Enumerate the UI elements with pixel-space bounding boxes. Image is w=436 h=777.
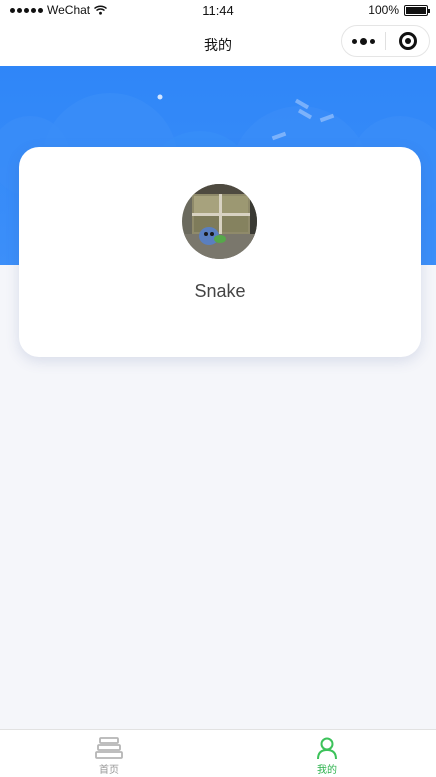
more-dots-icon bbox=[352, 38, 357, 44]
tab-home[interactable]: 首页 bbox=[0, 730, 218, 777]
status-bar: WeChat 11:44 100% bbox=[0, 0, 436, 22]
profile-card: Snake bbox=[19, 147, 421, 357]
username: Snake bbox=[194, 281, 246, 301]
battery-icon bbox=[404, 4, 430, 16]
tab-home-label: 首页 bbox=[99, 765, 119, 776]
home-books-icon bbox=[95, 737, 123, 759]
tab-bar: 首页 我的 bbox=[0, 729, 436, 777]
user-icon bbox=[317, 737, 337, 760]
battery-percent: 100% bbox=[368, 3, 399, 17]
target-icon bbox=[398, 32, 417, 50]
battery-status: 100% bbox=[368, 3, 430, 17]
close-miniprogram-button[interactable] bbox=[386, 26, 429, 56]
avatar-image bbox=[182, 184, 257, 259]
more-button[interactable] bbox=[342, 26, 385, 56]
user-avatar[interactable] bbox=[182, 184, 257, 259]
nav-bar: 我的 bbox=[0, 22, 436, 66]
tab-mine-label: 我的 bbox=[317, 765, 337, 776]
tab-mine[interactable]: 我的 bbox=[218, 730, 436, 777]
miniprogram-capsule bbox=[341, 25, 430, 57]
